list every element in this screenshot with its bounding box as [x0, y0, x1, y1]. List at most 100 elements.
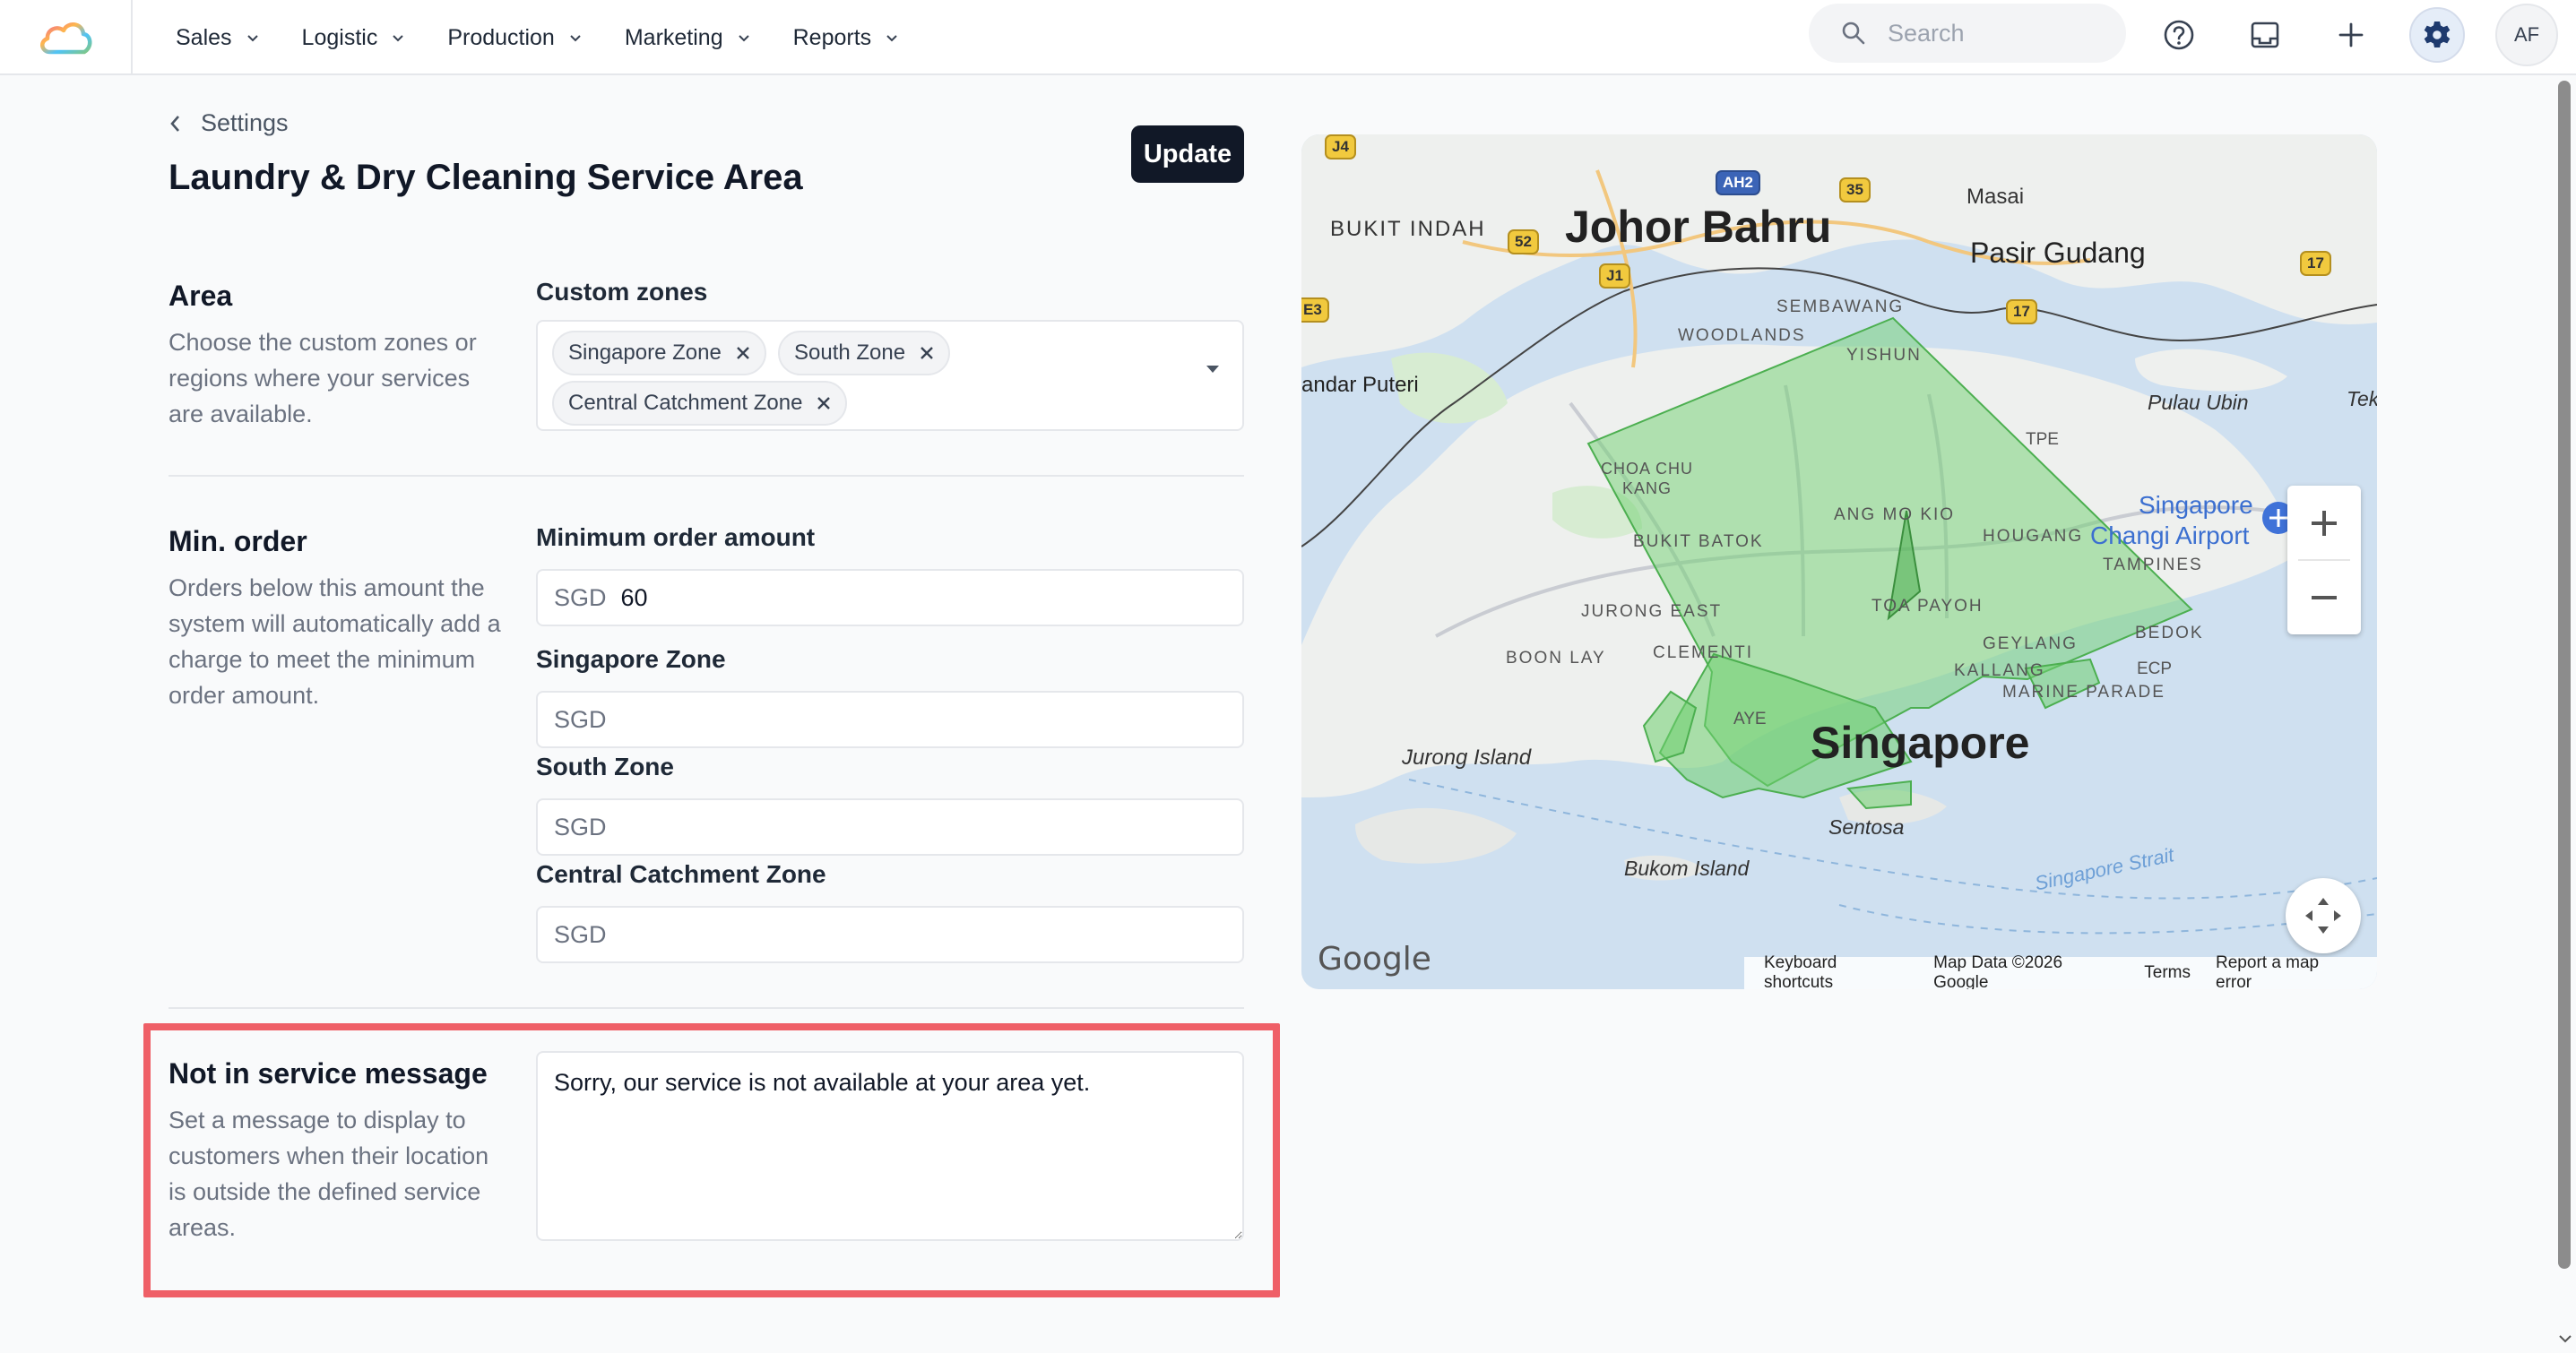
not-in-service-section-title: Not in service message	[169, 1057, 488, 1090]
not-in-service-section-description: Set a message to display to customers wh…	[169, 1107, 489, 1241]
singapore-zone-input[interactable]: SGD	[536, 691, 1244, 748]
map-label-bukit-indah: BUKIT INDAH	[1330, 217, 1486, 241]
main-nav: Sales Logistic Production Marketing Repo…	[176, 0, 941, 75]
south-zone-input[interactable]: SGD	[536, 798, 1244, 856]
keyboard-shortcuts-link[interactable]: Keyboard shortcuts	[1764, 953, 1908, 989]
settings-button[interactable]	[2409, 7, 2465, 63]
area-section-title: Area	[169, 280, 233, 312]
map-label-changi-airport: Changi Airport	[2090, 521, 2250, 549]
nav-production[interactable]: Production	[447, 25, 583, 51]
road-shield: J1	[1599, 263, 1630, 289]
report-map-error-link[interactable]: Report a map error	[2216, 953, 2357, 989]
minimum-order-amount-input[interactable]: SGD 60	[536, 569, 1244, 626]
map-data-text: Map Data ©2026 Google	[1933, 953, 2063, 989]
min-order-section-title: Min. order	[169, 525, 307, 557]
map-label-pulau-ubin: Pulau Ubin	[2148, 391, 2249, 414]
custom-zones-label: Custom zones	[536, 278, 708, 306]
service-area-map[interactable]: J4 AH2 35 52 J1 17 17 E3 BUKIT INDAH Joh…	[1301, 134, 2377, 989]
help-icon	[2164, 20, 2194, 50]
search-input[interactable]: Search	[1809, 4, 2126, 63]
back-label: Settings	[201, 109, 289, 136]
terms-link[interactable]: Terms	[2144, 963, 2191, 983]
dropdown-caret-icon[interactable]	[1205, 364, 1221, 375]
nav-marketing-label: Marketing	[624, 24, 723, 50]
nav-reports[interactable]: Reports	[793, 25, 901, 51]
close-icon[interactable]	[734, 344, 752, 362]
central-catchment-zone-label: Central Catchment Zone	[536, 860, 826, 888]
map-label-jurong-east: JURONG EAST	[1581, 602, 1723, 621]
road-shield: 35	[1839, 177, 1871, 203]
map-label-masai: Masai	[1967, 185, 2025, 209]
map-label-pasir-gudang: Pasir Gudang	[1970, 237, 2146, 269]
chevron-down-icon	[886, 35, 897, 42]
map-base	[1301, 134, 2377, 989]
nav-marketing[interactable]: Marketing	[625, 25, 752, 51]
map-label-kallang: KALLANG	[1954, 661, 2045, 680]
scroll-down-arrow-icon[interactable]	[2556, 1330, 2574, 1348]
map-attribution: Keyboard shortcuts Map Data ©2026 Google…	[1744, 953, 2377, 989]
map-label-andar-puteri: andar Puteri	[1301, 373, 1419, 397]
map-label-jurong-island: Jurong Island	[1402, 745, 1532, 770]
map-label-tpe: TPE	[2026, 430, 2059, 449]
map-label-tek: Tek	[2347, 387, 2377, 410]
zone-chip-central-catchment: Central Catchment Zone	[552, 381, 848, 426]
currency-prefix: SGD	[554, 705, 607, 733]
map-label-bukom-island: Bukom Island	[1624, 857, 1750, 880]
map-label-tampines: TAMPINES	[2103, 556, 2203, 574]
map-label-ecp: ECP	[2137, 659, 2173, 678]
close-icon[interactable]	[815, 394, 833, 412]
map-label-hougang: HOUGANG	[1983, 527, 2084, 546]
add-button[interactable]	[2323, 7, 2379, 63]
zone-chip-label: Central Catchment Zone	[568, 391, 803, 415]
nav-sales[interactable]: Sales	[176, 25, 261, 51]
update-button[interactable]: Update	[1131, 125, 1244, 183]
map-label-johor-bahru: Johor Bahru	[1565, 202, 1832, 252]
search-icon	[1842, 22, 1865, 45]
map-label-bedok: BEDOK	[2135, 624, 2204, 642]
zone-chip-south: South Zone	[778, 331, 951, 375]
google-logo: Google	[1318, 941, 1431, 978]
nav-production-label: Production	[447, 24, 555, 50]
custom-zones-select[interactable]: Singapore Zone South Zone Central Catchm…	[536, 320, 1244, 431]
inbox-icon	[2251, 22, 2279, 48]
chevron-down-icon	[246, 35, 258, 42]
page-scrollbar-thumb[interactable]	[2558, 81, 2571, 1269]
zoom-in-button[interactable]	[2287, 486, 2361, 560]
section-divider	[169, 475, 1244, 477]
central-catchment-zone-input[interactable]: SGD	[536, 906, 1244, 963]
area-section-description: Choose the custom zones or regions where…	[169, 329, 477, 427]
nav-reports-label: Reports	[792, 24, 872, 50]
road-shield: 17	[2006, 299, 2037, 324]
map-label-boon-lay: BOON LAY	[1506, 649, 1606, 668]
map-label-ang-mo-kio: ANG MO KIO	[1834, 505, 1956, 524]
map-label-sembawang: SEMBAWANG	[1776, 297, 1905, 316]
plus-icon	[2338, 22, 2364, 47]
chevron-left-icon	[170, 115, 179, 132]
app-logo[interactable]	[0, 0, 133, 75]
zone-chip-label: South Zone	[794, 340, 906, 365]
road-shield: J4	[1325, 134, 1356, 159]
section-divider	[169, 1007, 1244, 1009]
gear-icon	[2424, 22, 2451, 47]
currency-prefix: SGD	[554, 813, 607, 840]
top-navigation-bar: Sales Logistic Production Marketing Repo…	[0, 0, 2576, 75]
inbox-button[interactable]	[2237, 7, 2293, 63]
min-order-section-description: Orders below this amount the system will…	[169, 574, 501, 709]
help-button[interactable]	[2151, 7, 2207, 63]
map-zoom-control	[2287, 486, 2361, 634]
map-label-singapore-changi: Singapore	[2139, 491, 2253, 519]
zone-chip-label: Singapore Zone	[568, 340, 722, 365]
nav-logistic-label: Logistic	[301, 24, 378, 50]
zoom-out-button[interactable]	[2287, 560, 2361, 634]
map-label-bukit-batok: BUKIT BATOK	[1633, 532, 1764, 551]
map-label-geylang: GEYLANG	[1983, 634, 2078, 653]
road-shield: AH2	[1716, 170, 1761, 195]
nav-logistic[interactable]: Logistic	[302, 25, 407, 51]
avatar[interactable]: AF	[2495, 4, 2558, 66]
avatar-initials: AF	[2513, 23, 2540, 46]
not-in-service-message-textarea[interactable]	[536, 1051, 1244, 1241]
search-placeholder: Search	[1888, 19, 1965, 47]
close-icon[interactable]	[918, 344, 936, 362]
back-to-settings-link[interactable]: Settings	[169, 109, 289, 137]
map-camera-control-button[interactable]	[2286, 878, 2361, 953]
